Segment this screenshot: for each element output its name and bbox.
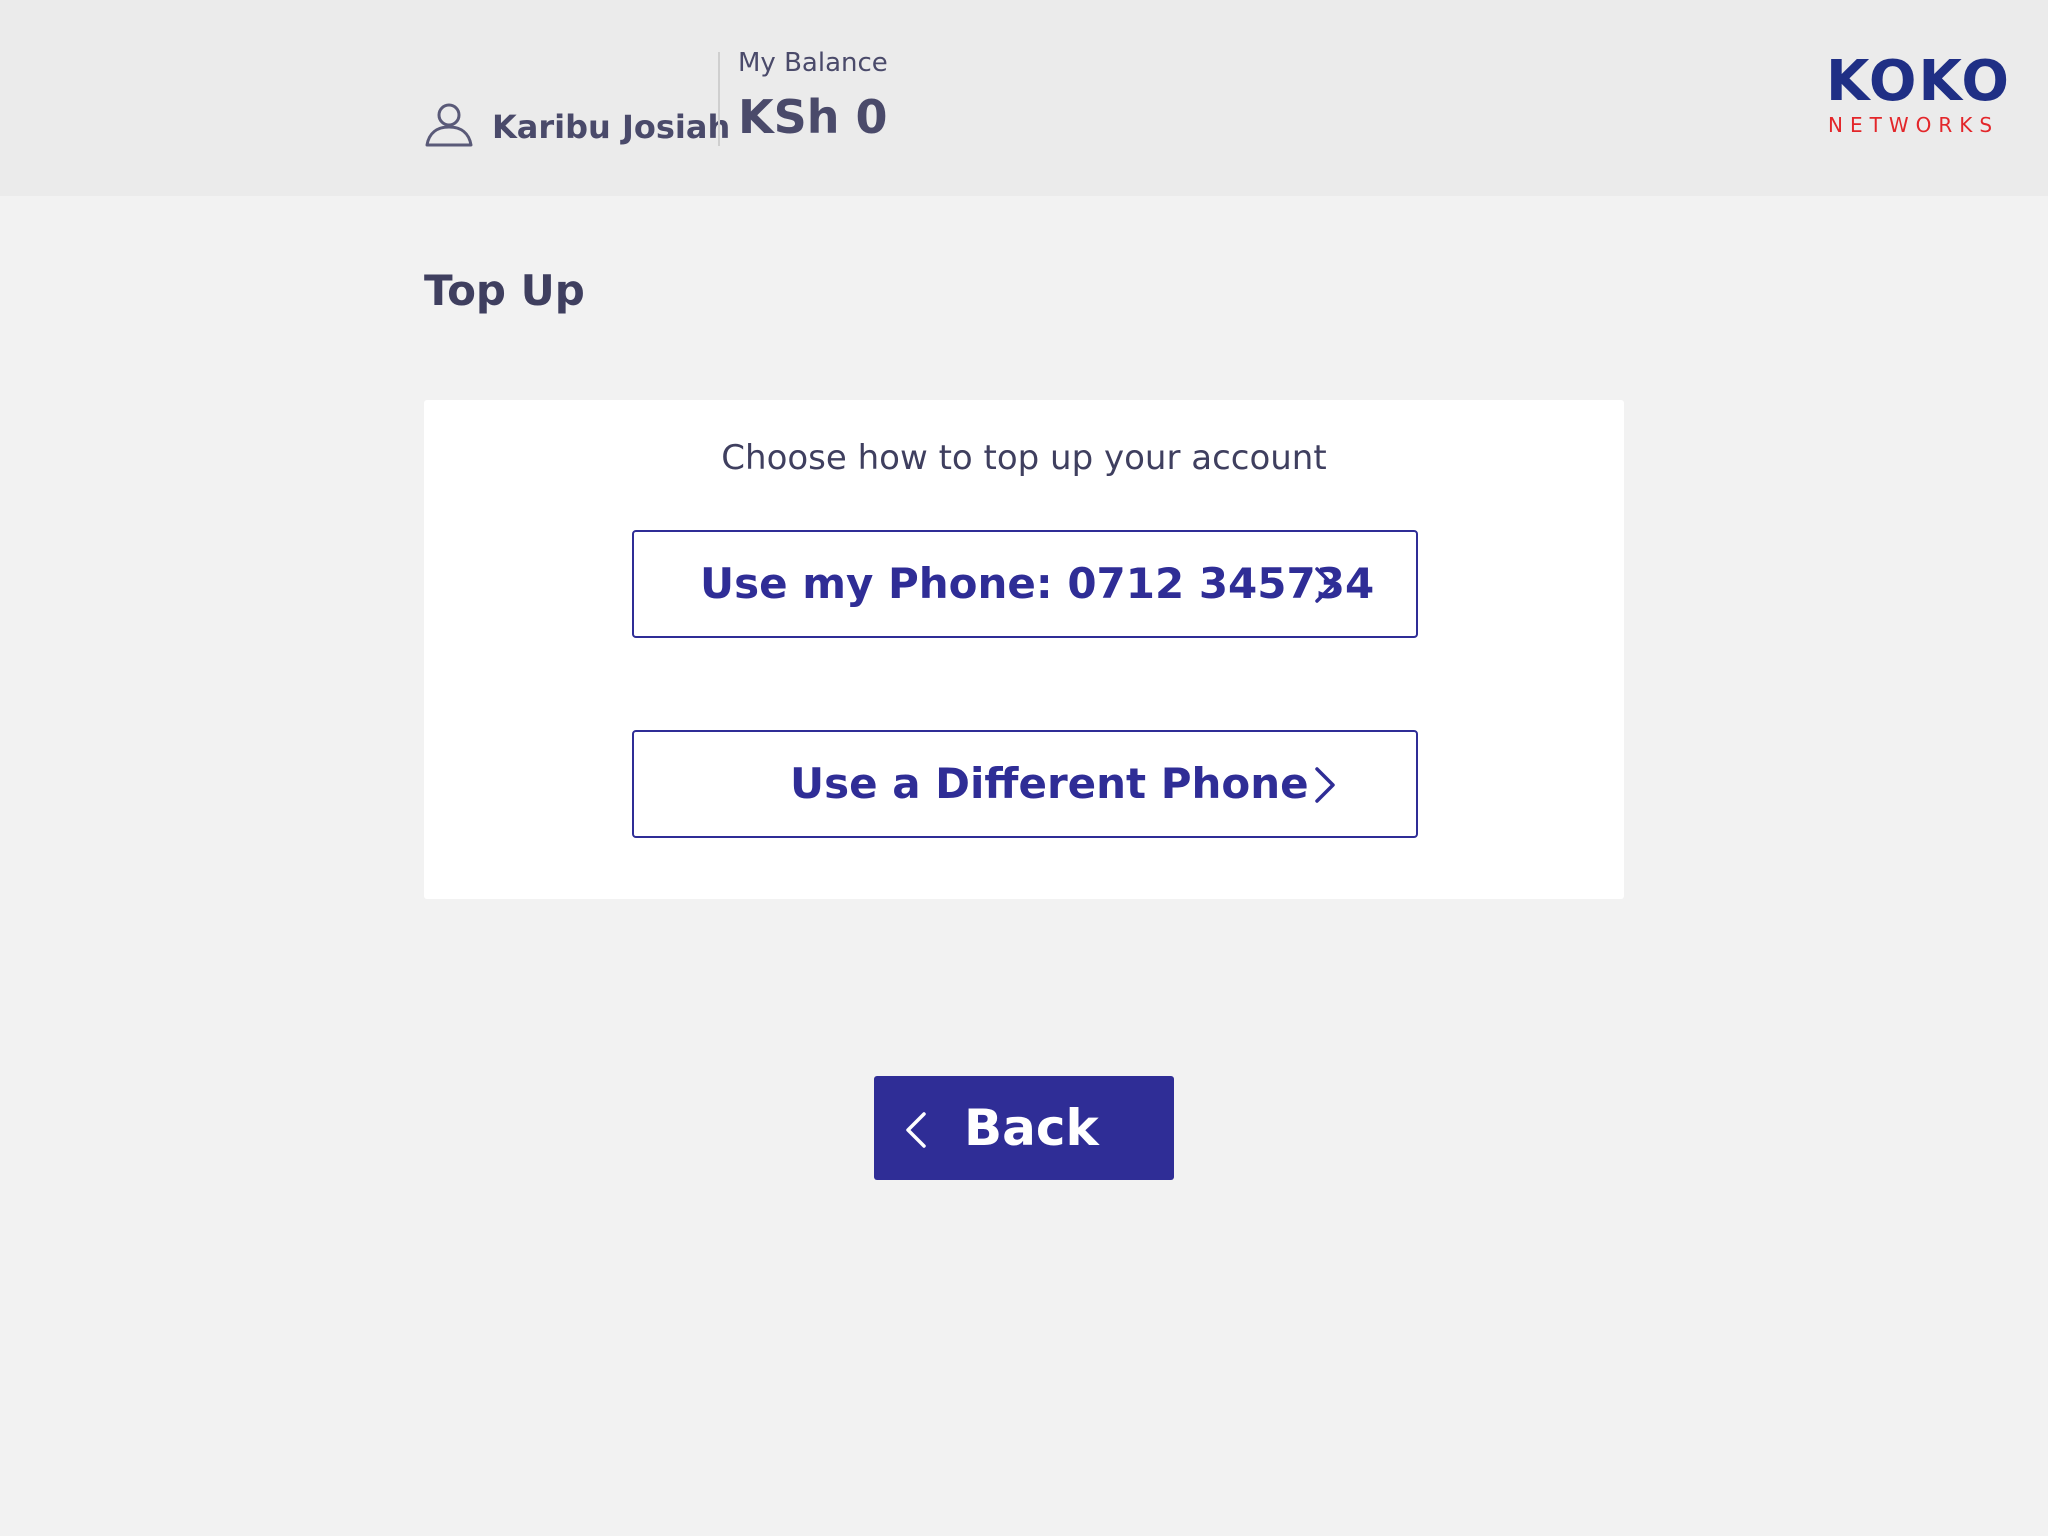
back-button[interactable]: Back <box>874 1076 1174 1180</box>
use-different-phone-label: Use a Different Phone <box>790 759 1309 808</box>
logo-wordmark: KOKO <box>1826 49 2011 114</box>
back-label: Back <box>964 1099 1099 1157</box>
user-icon <box>425 103 473 147</box>
user-greeting: Karibu Josiah <box>492 108 731 146</box>
top-up-instruction: Choose how to top up your account <box>721 438 1327 478</box>
chevron-right-icon <box>1315 767 1335 803</box>
header-divider <box>718 52 720 146</box>
chevron-left-icon <box>906 1112 926 1148</box>
chevron-right-icon <box>1315 567 1335 603</box>
app-header: Karibu Josiah My Balance KSh 0 KOKO NETW… <box>0 0 2048 196</box>
top-up-options-card: Choose how to top up your account Use my… <box>424 400 1624 899</box>
use-different-phone-button[interactable]: Use a Different Phone <box>632 730 1418 838</box>
use-my-phone-button[interactable]: Use my Phone: 0712 345734 <box>632 530 1418 638</box>
koko-networks-logo: KOKO NETWORKS <box>1826 54 2020 144</box>
balance-label: My Balance <box>738 48 888 78</box>
use-my-phone-label: Use my Phone: 0712 345734 <box>700 559 1375 608</box>
page-title: Top Up <box>424 266 585 315</box>
balance-value: KSh 0 <box>738 90 888 144</box>
logo-tagline: NETWORKS <box>1828 113 2000 137</box>
